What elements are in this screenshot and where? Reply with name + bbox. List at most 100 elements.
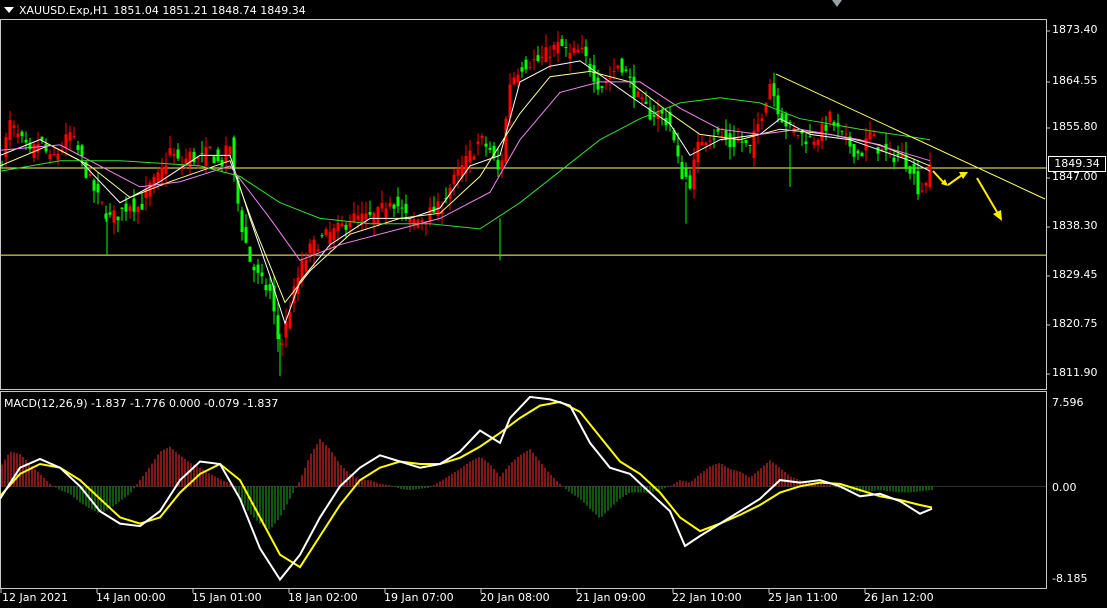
candle-body [124,203,128,212]
candle-body [420,219,424,222]
candle-body [812,141,816,145]
candle-body [704,142,708,146]
candle-body [168,148,172,155]
candle-body [796,135,800,137]
candle-body [556,41,560,54]
candle-body [600,86,604,88]
candle-body [596,77,600,90]
candle-body [128,206,132,212]
candle-body [68,132,72,141]
candle-body [356,215,360,220]
candle-body [544,47,548,63]
candle-body [508,84,512,118]
candle-body [776,95,780,115]
candle-body [116,216,120,221]
candle-body [332,228,336,241]
candle-body [368,211,372,215]
candle-body [336,222,340,232]
candle-body [348,222,352,227]
candle-body [172,154,176,156]
chart-canvas[interactable] [0,0,1107,608]
candle-body [844,133,848,135]
candle-body [728,133,732,148]
candle-body [472,156,476,160]
candle-body [920,190,924,192]
candle-body [488,147,492,150]
candle-body [156,172,160,182]
symbol-menu-icon[interactable] [4,7,14,13]
time-label: 25 Jan 11:00 [768,591,838,604]
candle-body [256,264,260,273]
candle-body [580,47,584,50]
candle-body [772,83,776,97]
candle-body [868,131,872,140]
candle-body [112,210,116,223]
candle-body [64,134,68,148]
candle-body [320,235,324,237]
candle-body [912,164,916,174]
macd-axis-label: 7.596 [1052,396,1084,409]
candle-body [644,101,648,104]
candle-body [840,130,844,132]
candle-body [808,136,812,138]
candle-body [748,145,752,147]
candle-body [496,159,500,170]
candle-body [756,124,760,132]
candle-body [708,140,712,142]
candle-body [536,55,540,62]
candle-body [396,196,400,207]
candle-body [224,145,228,163]
candle-body [392,204,396,209]
candle-body [316,249,320,252]
trendline [775,73,1046,200]
macd-axis-label: -8.185 [1052,572,1088,585]
candle-body [152,176,156,189]
candle-body [248,246,252,262]
candle-body [760,118,764,121]
projection-arrow [932,170,945,184]
candle-body [904,154,908,169]
current-price-tag: 1849.34 [1048,156,1106,172]
candle-body [632,76,636,98]
time-label: 26 Jan 12:00 [864,591,934,604]
candle-body [852,143,856,157]
macd-axis-label: 0.00 [1052,481,1077,494]
time-label: 18 Jan 02:00 [288,591,358,604]
candle-body [516,74,520,83]
candle-body [340,223,344,227]
time-label: 21 Jan 09:00 [576,591,646,604]
candle-body [592,65,596,82]
candle-body [744,140,748,143]
candle-body [264,284,268,291]
price-label: 1847.00 [1052,170,1098,183]
candle-body [308,243,312,254]
candle-body [76,145,80,150]
candle-body [344,225,348,230]
candle-body [620,58,624,73]
candle-body [768,83,772,100]
candle-body [468,150,472,163]
candle-body [824,124,828,131]
candle-body [324,229,328,236]
candle-body [484,143,488,147]
candle-body [160,167,164,182]
candle-body [628,76,632,78]
candle-body [408,218,412,223]
candle-body [120,207,124,209]
candle-body [924,182,928,186]
candle-body [480,136,484,138]
candle-body [72,135,76,137]
candle-body [164,165,168,175]
candle-body [48,154,52,160]
candle-body [456,169,460,176]
macd-indicator-label[interactable]: MACD(12,26,9) -1.837 -1.776 0.000 -0.079… [4,397,278,410]
candle-body [652,114,656,117]
chart-shift-marker-icon[interactable] [832,0,842,7]
candle-body [204,147,208,167]
candle-body [400,207,404,209]
price-label: 1811.90 [1052,366,1098,379]
candle-body [192,151,196,163]
candle-body [504,118,508,163]
candle-body [244,227,248,243]
candle-body [512,77,516,85]
